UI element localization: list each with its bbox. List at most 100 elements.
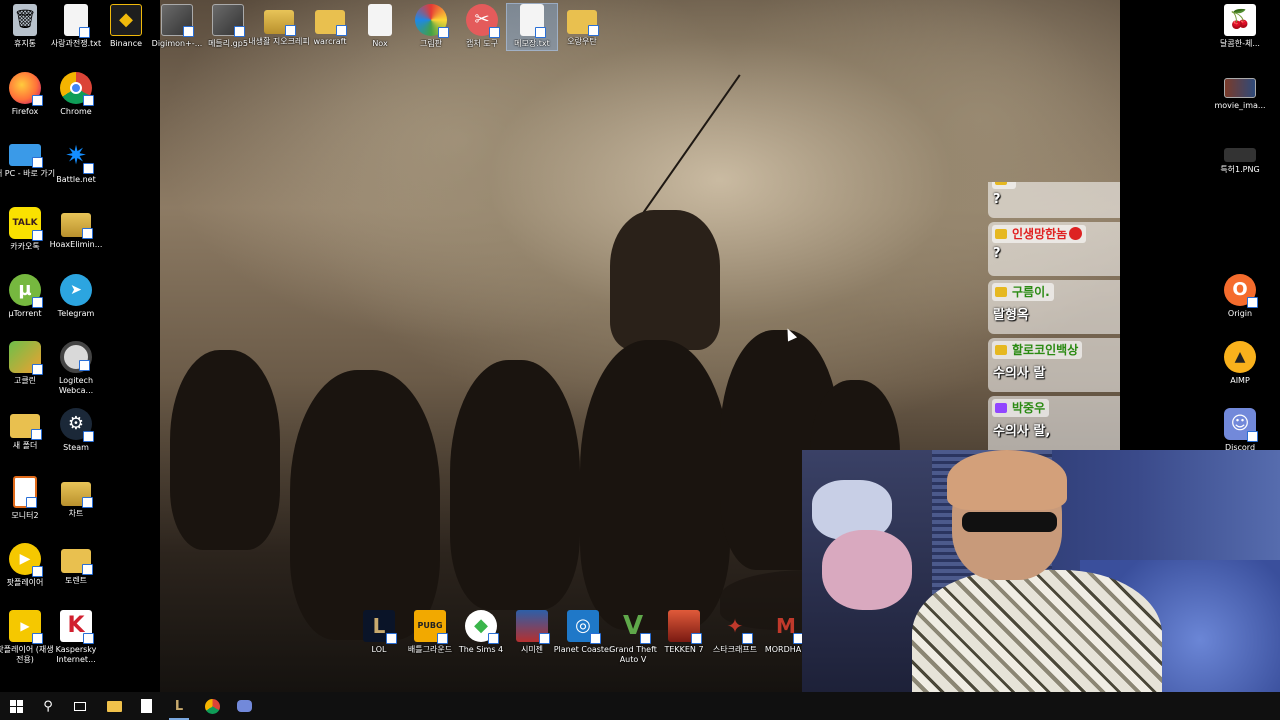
desktop-icon-label: 캡처 도구 — [466, 39, 498, 48]
utorrent-icon: µ — [9, 274, 43, 308]
desktop-icon-chart[interactable]: 차트 — [44, 476, 108, 540]
desktop-icon-kaspersky[interactable]: K Kaspersky Internet... — [44, 610, 108, 674]
starcraft-icon: ✦ — [719, 610, 753, 644]
desktop-icon-orangutan[interactable]: 오랑우탄 — [550, 4, 614, 68]
battlenet-icon: ✷ — [60, 140, 94, 174]
webcam-person-hair — [947, 450, 1067, 510]
search-button[interactable]: ⚲ — [32, 692, 64, 720]
windows-start-icon — [9, 699, 23, 713]
folder-icon — [315, 10, 347, 36]
snipping-tool-icon: ✂ — [466, 4, 500, 38]
desktop-icon-steam[interactable]: ⚙ Steam — [44, 408, 108, 472]
desktop-icon-label: 특허1.PNG — [1220, 165, 1260, 174]
chat-badge-icon — [995, 229, 1007, 239]
task-view-icon — [74, 701, 86, 711]
recycle-bin-icon: 🗑 — [13, 4, 37, 36]
desktop-icon-hoaxeliminator[interactable]: HoaxElimin... — [44, 207, 108, 271]
gta-v-icon: V — [617, 610, 651, 644]
desktop-icon-label: movie_ima... — [1214, 101, 1266, 110]
folder-zip-icon — [61, 549, 93, 575]
wallpaper-horse — [170, 350, 280, 550]
potplayer-icon: ▶ — [9, 610, 43, 644]
folder-icon — [567, 10, 599, 36]
desktop-icon-label: 토렌트 — [64, 576, 88, 585]
taskbar-file-explorer[interactable] — [98, 692, 130, 720]
pubg-icon: PUBG — [414, 610, 448, 644]
desktop-icon-label: Steam — [63, 443, 89, 452]
firefox-icon — [9, 72, 43, 106]
gp5-file-icon — [212, 4, 245, 37]
taskbar-calculator[interactable] — [130, 692, 162, 720]
file-icon — [368, 4, 392, 36]
telegram-icon: ➤ — [60, 274, 92, 306]
chrome-icon — [60, 72, 94, 106]
monitor-file-icon — [13, 476, 37, 508]
chat-username-text: 구름이. — [1012, 285, 1050, 299]
chat-badge-icon — [995, 182, 1007, 185]
wallpaper-whip — [630, 74, 741, 232]
desktop-icon-torrent-folder[interactable]: 토렌트 — [44, 543, 108, 607]
folder-zip-icon — [61, 482, 93, 508]
desktop-icon-battlenet[interactable]: ✷ Battle.net — [44, 140, 108, 204]
chat-text: ? — [993, 192, 1001, 207]
search-icon: ⚲ — [43, 698, 53, 714]
chat-badge-icon — [995, 287, 1007, 297]
desktop-icon-label: Chrome — [60, 107, 92, 116]
task-view-button[interactable] — [64, 692, 96, 720]
paint-icon — [415, 4, 449, 38]
stream-chat-overlay: ? 인생망한놈 ? 구름이. 랄형옥 할로코인백상 수의사 랄 박중우 수의사 … — [988, 182, 1120, 450]
taskbar-league-client[interactable]: L — [163, 692, 195, 720]
chat-username-text: 인생망한놈 — [1012, 227, 1068, 241]
wallpaper-horse — [290, 370, 440, 640]
desktop-icon-snipping-tool[interactable]: ✂ 캡처 도구 — [450, 4, 514, 68]
desktop-icon-label: Origin — [1227, 309, 1253, 318]
webcam-sunglasses — [962, 512, 1057, 532]
computer-icon — [9, 144, 43, 168]
text-file-icon — [520, 4, 546, 38]
league-of-legends-icon: L — [363, 610, 397, 644]
wallpaper-rider — [610, 210, 720, 350]
chat-username-text: 박중우 — [1012, 401, 1046, 415]
taskbar-discord[interactable] — [228, 692, 260, 720]
desktop-icon-label: 달콤한-체... — [1220, 39, 1260, 48]
desktop-icon-label: HoaxElimin... — [49, 240, 103, 249]
desktop-screen: 🗑 휴지통 사랑과전쟁.txt ◆ Binance Firefox Chrome… — [0, 0, 1280, 720]
taskbar-chrome[interactable] — [196, 692, 228, 720]
start-button[interactable] — [0, 692, 32, 720]
wallpaper-horse — [450, 360, 580, 610]
kakaotalk-icon: TALK — [9, 207, 43, 241]
desktop-icon-label: 차트 — [68, 509, 84, 518]
desktop-icon-label: Telegram — [57, 309, 95, 318]
image-thumbnail-icon — [1224, 78, 1256, 98]
desktop-icon-logitech-webcam[interactable]: Logitech Webca... — [44, 341, 108, 405]
cherry-icon: 🍒 — [1224, 4, 1256, 36]
desktop-icon-label: 오랑우탄 — [567, 37, 597, 46]
chrome-icon — [204, 698, 220, 714]
chat-message: 할로코인백상 수의사 랄 — [988, 338, 1120, 392]
desktop-icon-origin[interactable]: O Origin — [1208, 274, 1272, 338]
chat-username-text: 할로코인백상 — [1012, 343, 1079, 357]
chat-username: 인생망한놈 — [992, 225, 1087, 243]
png-thumbnail-icon — [1224, 148, 1256, 162]
desktop-icon-chrome[interactable]: Chrome — [44, 72, 108, 136]
desktop-icon-patent-png[interactable]: 특허1.PNG — [1208, 148, 1272, 212]
desktop-icon-telegram[interactable]: ➤ Telegram — [44, 274, 108, 338]
text-file-icon — [64, 4, 90, 38]
potplayer-icon: ▶ — [9, 543, 43, 577]
desktop-icon-label: Battle.net — [56, 175, 96, 184]
tekken-icon — [668, 610, 702, 644]
desktop-icon-cherry[interactable]: 🍒 달콤한-체... — [1208, 4, 1272, 68]
game-cover-icon — [516, 610, 550, 644]
webcam-icon — [60, 341, 92, 373]
chat-username: 박중우 — [992, 399, 1050, 417]
angry-emoji-icon — [1069, 227, 1083, 240]
chat-username — [992, 182, 1016, 189]
chat-badge-icon — [995, 345, 1007, 355]
webcam-plush-toy — [822, 530, 912, 610]
desktop-icon-aimp[interactable]: ▲ AIMP — [1208, 341, 1272, 405]
chat-message: 구름이. 랄형옥 — [988, 280, 1120, 334]
desktop-icon-movie-image[interactable]: movie_ima... — [1208, 78, 1272, 142]
chat-text: ? — [993, 246, 1001, 261]
chat-text: 수의사 랄 — [993, 366, 1046, 381]
file-explorer-icon — [106, 700, 122, 712]
